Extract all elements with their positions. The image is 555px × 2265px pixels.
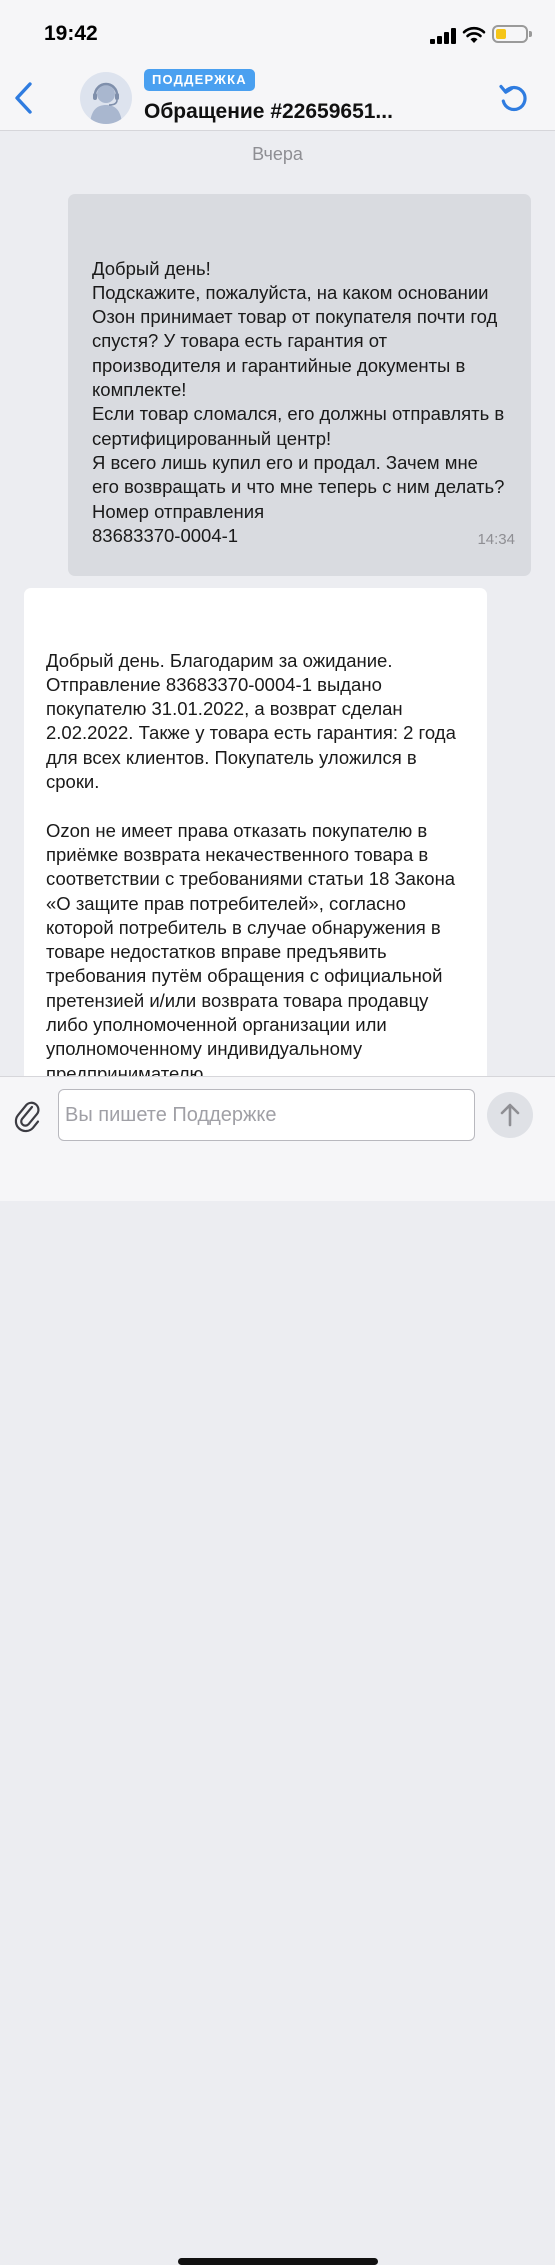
composer — [0, 1076, 555, 2265]
refresh-icon[interactable] — [496, 80, 532, 116]
avatar[interactable] — [80, 72, 132, 124]
day-separator: Вчера — [252, 144, 303, 164]
support-agent-icon — [90, 82, 122, 124]
chat-header: ПОДДЕРЖКА Обращение #22659651... — [0, 64, 555, 131]
support-badge: ПОДДЕРЖКА — [144, 69, 255, 91]
battery-icon — [492, 25, 532, 43]
message-text: Добрый день! Подскажите, пожалуйста, на … — [92, 257, 505, 546]
message-input[interactable] — [58, 1089, 475, 1141]
home-indicator — [178, 2258, 378, 2265]
status-time: 19:42 — [44, 22, 98, 45]
incoming-message: Добрый день. Благодарим за ожидание. Отп… — [24, 588, 487, 1088]
arrow-up-icon — [500, 1103, 520, 1127]
cellular-signal-icon — [430, 28, 456, 44]
message-time: 14:34 — [477, 530, 515, 548]
outgoing-message: Добрый день! Подскажите, пожалуйста, на … — [68, 194, 531, 576]
status-bar: 19:42 — [0, 0, 555, 64]
paperclip-icon[interactable] — [14, 1099, 42, 1133]
wifi-icon — [462, 26, 486, 43]
send-button[interactable] — [487, 1092, 533, 1138]
chevron-left-icon[interactable] — [8, 78, 38, 118]
message-text: Добрый день. Благодарим за ожидание. Отп… — [46, 649, 456, 1084]
page-title: Обращение #22659651... — [144, 100, 393, 123]
